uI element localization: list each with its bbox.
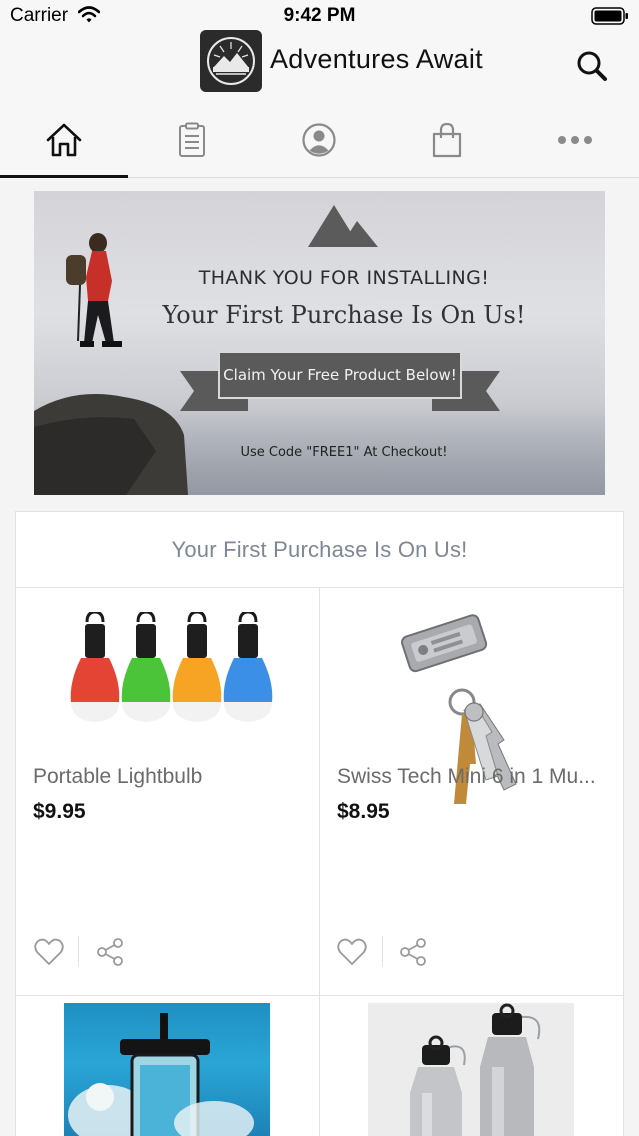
- shopping-bag-icon: [433, 122, 462, 158]
- tab-cart[interactable]: [383, 102, 511, 178]
- product-image-lightbulb[interactable]: [61, 610, 276, 732]
- tab-home[interactable]: [0, 102, 128, 179]
- mountain-badge-logo: [200, 30, 262, 92]
- share-button[interactable]: [397, 936, 429, 968]
- bulb-orange: [172, 610, 222, 722]
- clipboard-icon: [178, 122, 205, 157]
- product-image-waterproof-pouch[interactable]: [64, 1003, 270, 1136]
- tab-bar: [0, 102, 639, 179]
- more-icon: [558, 136, 593, 144]
- product-name[interactable]: Swiss Tech Mini 6 in 1 Mu...: [337, 765, 612, 789]
- product-image-water-bottles[interactable]: [368, 1003, 574, 1136]
- bulb-red: [70, 610, 120, 722]
- battery-icon: [591, 7, 628, 25]
- collection-card: Your First Purchase Is On Us! Portable L…: [15, 511, 624, 1136]
- share-icon: [400, 938, 426, 966]
- app-header: Adventures Await: [0, 30, 639, 102]
- divider: [382, 936, 383, 966]
- share-button[interactable]: [94, 936, 126, 968]
- heart-icon: [337, 938, 367, 965]
- bulb-blue: [223, 610, 273, 722]
- tab-orders[interactable]: [128, 102, 256, 178]
- bulb-green: [121, 610, 171, 722]
- favorite-button[interactable]: [336, 936, 368, 968]
- home-content: THANK YOU FOR INSTALLING! Your First Pur…: [0, 178, 639, 1136]
- divider: [319, 588, 320, 1136]
- tab-profile[interactable]: [256, 102, 384, 178]
- favorite-button[interactable]: [33, 936, 65, 968]
- app-title: Adventures Await: [270, 44, 483, 74]
- claim-button[interactable]: Claim Your Free Product Below!: [218, 351, 462, 399]
- app-screen: Carrier 9:42 PM Adventures Await THANK Y…: [0, 0, 639, 1136]
- share-icon: [97, 938, 123, 966]
- home-icon: [46, 123, 82, 157]
- product-name[interactable]: Portable Lightbulb: [33, 765, 303, 789]
- product-price: $8.95: [337, 800, 390, 823]
- heart-icon: [34, 938, 64, 965]
- search-icon: [577, 51, 607, 81]
- collection-title: Your First Purchase Is On Us!: [16, 512, 623, 588]
- status-bar: Carrier 9:42 PM: [0, 0, 639, 32]
- divider: [16, 995, 623, 996]
- tab-more[interactable]: [511, 102, 639, 178]
- clock: 9:42 PM: [283, 5, 356, 26]
- product-price: $9.95: [33, 800, 86, 823]
- divider: [78, 936, 79, 966]
- promo-code-text: Use Code "FREE1" At Checkout!: [240, 445, 448, 460]
- promo-banner[interactable]: THANK YOU FOR INSTALLING! Your First Pur…: [34, 191, 605, 495]
- search-button[interactable]: [572, 46, 612, 86]
- profile-icon: [302, 123, 337, 157]
- banner-headline: Your First Purchase Is On Us!: [162, 301, 526, 329]
- banner-thanks: THANK YOU FOR INSTALLING!: [198, 267, 490, 289]
